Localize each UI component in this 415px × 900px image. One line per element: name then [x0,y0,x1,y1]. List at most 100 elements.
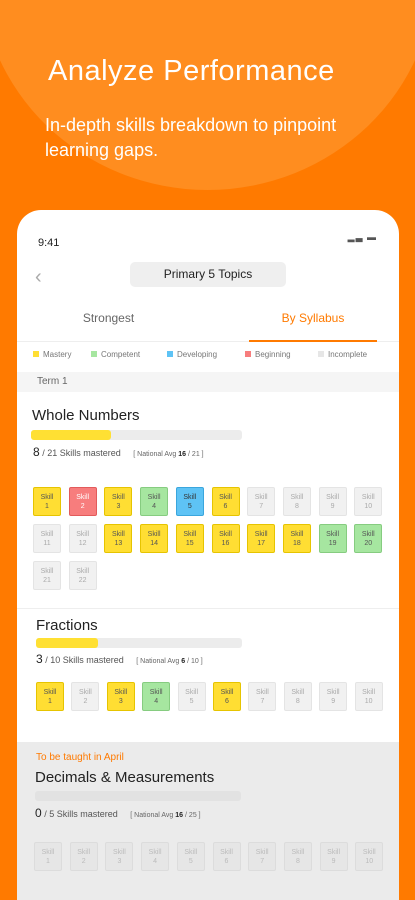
skill-number: 13 [114,540,123,547]
legend-swatch [318,351,324,357]
skill-label: Skill [362,849,376,856]
skill-tile[interactable]: Skill 22 [68,561,97,590]
skill-tile[interactable]: Skill 4 [140,487,169,516]
skill-tile[interactable]: Skill 12 [68,524,97,553]
skill-label: Skill [76,494,90,501]
skill-tile[interactable]: Skill 9 [319,842,348,871]
legend-swatch [245,351,251,357]
skill-tile[interactable]: Skill 10 [355,842,384,871]
legend-label: Beginning [255,350,291,359]
skill-label: Skill [361,531,375,538]
skill-label: Skill [219,531,232,538]
skill-tile[interactable]: Skill 2 [68,487,97,516]
skill-tile[interactable]: Skill 7 [248,842,277,871]
skill-tile[interactable]: Skill 17 [247,524,276,553]
skill-tile[interactable]: Skill 9 [319,682,348,711]
skill-label: Skill [254,494,268,501]
mastered-total: / 21 Skills mastered [42,448,121,458]
skill-tile[interactable]: Skill 19 [318,524,347,553]
skill-label: Skill [147,531,161,538]
topic-section-whole-numbers: Whole Numbers 8 / 21 Skills mastered [ N… [17,395,399,600]
skill-tile[interactable]: Skill 9 [318,487,347,516]
skill-tile[interactable]: Skill 6 [213,682,241,711]
skill-number: 7 [260,858,265,865]
skill-tile[interactable]: Skill 1 [33,487,61,516]
skill-label: Skill [76,568,90,575]
skill-number: 1 [46,858,50,865]
tab-strongest[interactable]: Strongest [31,296,186,342]
skill-label: Skill [78,689,92,696]
skill-tile[interactable]: Skill 18 [282,524,311,553]
legend: Mastery Competent Developing Beginning I… [33,350,393,364]
skill-tile[interactable]: Skill 13 [104,524,133,553]
progress-track [36,638,242,648]
topic-title: Decimals & Measurements [35,769,215,786]
skill-label: Skill [290,494,304,501]
skill-label: Skill [183,494,197,501]
skill-number: 3 [118,698,123,705]
skill-tile[interactable]: Skill 6 [212,842,241,871]
skill-number: 19 [328,540,337,547]
skill-tile[interactable]: Skill 5 [176,842,205,871]
skill-tile[interactable]: Skill 2 [71,682,100,711]
skill-number: 16 [221,540,230,547]
topic-select[interactable]: Primary 5 Topics [130,262,286,287]
skill-tile[interactable]: Skill 10 [354,682,383,711]
skill-tile[interactable]: Skill 8 [283,842,312,871]
skill-label: Skill [183,531,197,538]
skill-number: 8 [295,698,300,705]
back-chevron-icon[interactable]: ‹ [35,266,42,289]
skill-tile[interactable]: Skill 20 [354,524,383,553]
skill-number: 6 [224,858,229,865]
skill-tile[interactable]: Skill 2 [69,842,98,871]
skill-tile[interactable]: Skill 5 [175,487,204,516]
skill-label: Skill [76,531,90,538]
legend-swatch [167,351,173,357]
topic-section-fractions: Fractions 3 / 10 Skills mastered [ Natio… [17,608,399,738]
legend-item-developing: Developing [167,350,217,360]
topic-section-decimals-measurements: To be taught in April Decimals & Measure… [17,742,399,900]
promo-subline: In-depth skills breakdown to pinpoint le… [45,115,337,160]
skill-label: Skill [147,494,161,501]
skill-number: 12 [78,540,87,547]
mastered-count: 8 [33,445,40,459]
skill-tile[interactable]: Skill 21 [33,561,61,590]
skill-label: Skill [114,689,128,696]
skill-tile[interactable]: Skill 1 [34,842,62,871]
tab-by-syllabus[interactable]: By Syllabus [249,296,377,342]
skill-number: 11 [43,540,51,547]
skill-number: 5 [188,858,193,865]
skill-label: Skill [254,531,268,538]
skill-number: 5 [189,698,194,705]
mastered-count: 0 [35,806,42,820]
legend-label: Mastery [43,350,72,359]
skill-number: 2 [83,698,88,705]
skill-number: 2 [81,858,86,865]
skill-tile[interactable]: Skill 8 [282,487,311,516]
skill-label: Skill [361,494,375,501]
skill-label: Skill [219,494,232,501]
skill-number: 4 [152,503,157,510]
skill-tile[interactable]: Skill 4 [142,682,171,711]
skill-tile[interactable]: Skill 3 [106,682,135,711]
skill-tile[interactable]: Skill 3 [105,842,134,871]
skill-label: Skill [255,689,269,696]
skill-number: 15 [185,540,194,547]
skill-label: Skill [184,849,198,856]
skill-tile[interactable]: Skill 8 [283,682,312,711]
legend-swatch [91,351,97,357]
skill-tile[interactable]: Skill 5 [177,682,206,711]
skill-label: Skill [362,689,376,696]
skill-number: 10 [364,698,373,705]
skill-tile[interactable]: Skill 15 [175,524,204,553]
skill-tile[interactable]: Skill 16 [211,524,240,553]
skill-tile[interactable]: Skill 14 [140,524,169,553]
skill-tile[interactable]: Skill 10 [354,487,383,516]
skill-tile[interactable]: Skill 11 [33,524,61,553]
skill-tile[interactable]: Skill 7 [248,682,277,711]
skill-tile[interactable]: Skill 7 [247,487,276,516]
skill-tile[interactable]: Skill 4 [141,842,170,871]
skill-tile[interactable]: Skill 3 [104,487,133,516]
skill-tile[interactable]: Skill 6 [211,487,240,516]
skill-tile[interactable]: Skill 1 [36,682,64,711]
